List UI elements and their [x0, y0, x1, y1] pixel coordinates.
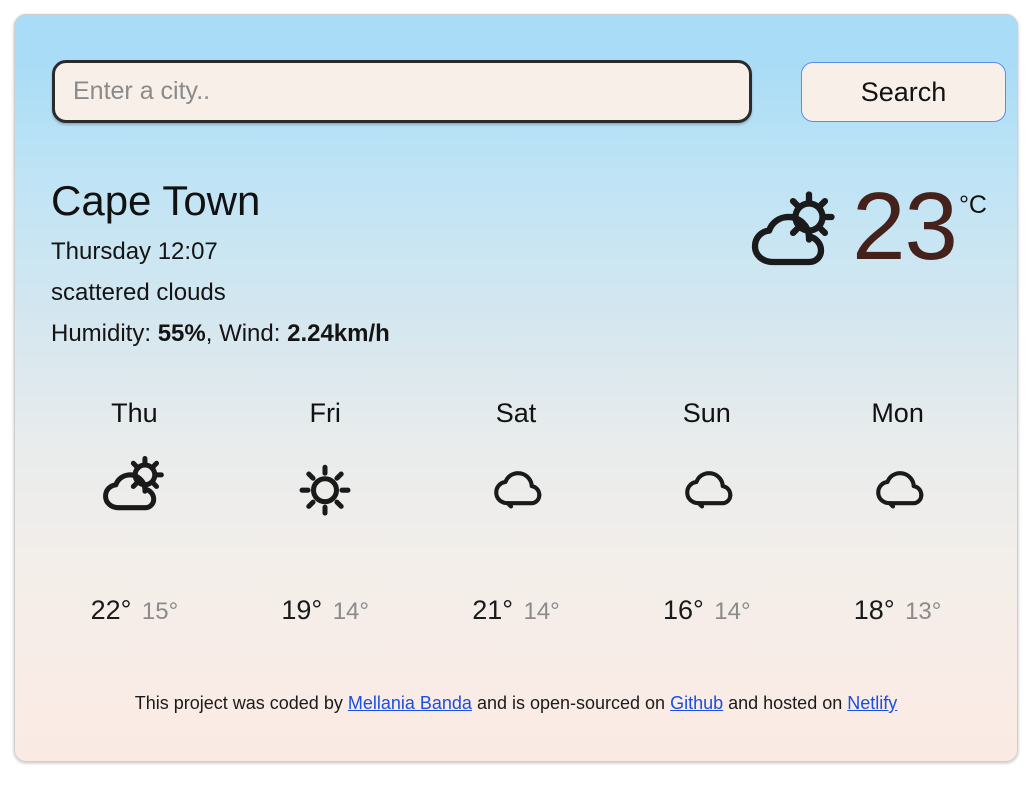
- footer-text-1: This project was coded by: [134, 693, 348, 713]
- footer-text-3: and hosted on: [723, 693, 848, 713]
- forecast-row: Thu 22° 15° Fri 19° 14° Sat 21° 14° Sun …: [39, 397, 993, 627]
- forecast-day: Thu 22° 15°: [39, 397, 230, 627]
- forecast-temp-max: 16°: [662, 595, 704, 625]
- search-input[interactable]: [52, 60, 752, 123]
- forecast-day-temps: 16° 14°: [663, 595, 751, 626]
- temperature-block: 23 °C: [852, 179, 987, 275]
- forecast-temp-min: 14°: [714, 598, 751, 625]
- forecast-day: Sun 16° 14°: [611, 397, 802, 627]
- sun-behind-cloud-icon: [99, 453, 169, 523]
- forecast-day-temps: 21° 14°: [472, 595, 560, 626]
- forecast-day-label: Sun: [682, 398, 731, 428]
- forecast-temp-min: 13°: [905, 598, 942, 625]
- weather-app-card: Search Cape Town Thursday 12:07 scattere…: [14, 14, 1018, 762]
- forecast-day-temps: 18° 13°: [854, 595, 942, 626]
- footer-text-2: and is open-sourced on: [471, 693, 671, 713]
- temperature-value: 23: [852, 173, 958, 280]
- forecast-temp-min: 14°: [523, 598, 560, 625]
- current-temperature-group: 23 °C: [746, 179, 987, 283]
- sun-behind-cloud-icon: [746, 187, 842, 283]
- search-row: Search: [39, 45, 1006, 123]
- forecast-day-label: Fri: [309, 398, 341, 428]
- forecast-temp-max: 19°: [281, 595, 323, 625]
- forecast-temp-min: 15°: [141, 598, 179, 625]
- forecast-day: Mon 18° 13°: [802, 397, 993, 627]
- author-link[interactable]: Mellania Banda: [348, 693, 472, 713]
- current-weather-section: Cape Town Thursday 12:07 scattered cloud…: [51, 177, 987, 367]
- forecast-day-temps: 22° 15°: [91, 595, 179, 626]
- footer-credit: This project was coded by Mellania Banda…: [15, 693, 1017, 714]
- forecast-temp-max: 18°: [853, 595, 895, 625]
- wind-label: , Wind:: [205, 320, 288, 347]
- cloud-icon: [672, 453, 742, 523]
- temperature-unit: °C: [958, 191, 987, 219]
- humidity-wind-line: Humidity: 55%, Wind: 2.24km/h: [51, 313, 987, 354]
- forecast-day: Fri 19° 14°: [230, 397, 421, 627]
- forecast-temp-max: 21°: [472, 595, 514, 625]
- forecast-day-label: Thu: [111, 398, 158, 428]
- cloud-icon: [863, 453, 933, 523]
- humidity-label: Humidity:: [51, 320, 158, 347]
- sun-icon: [290, 453, 360, 523]
- forecast-day-label: Mon: [871, 398, 924, 428]
- github-link[interactable]: Github: [670, 693, 723, 713]
- netlify-link[interactable]: Netlify: [847, 693, 897, 713]
- forecast-temp-min: 14°: [332, 598, 369, 625]
- forecast-day: Sat 21° 14°: [421, 397, 612, 627]
- search-button[interactable]: Search: [801, 62, 1006, 122]
- wind-value: 2.24km/h: [287, 320, 390, 347]
- forecast-day-temps: 19° 14°: [281, 595, 369, 626]
- cloud-icon: [481, 453, 551, 523]
- humidity-value: 55%: [157, 320, 206, 347]
- forecast-day-label: Sat: [495, 398, 537, 428]
- forecast-temp-max: 22°: [90, 595, 132, 625]
